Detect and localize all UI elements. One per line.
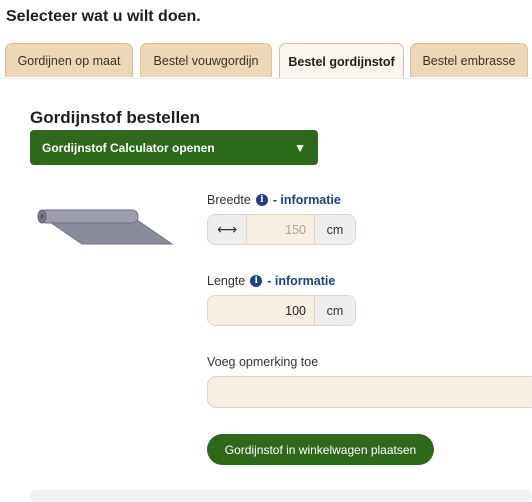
page-heading: Selecteer wat u wilt doen. — [6, 8, 201, 25]
horizontal-arrows-icon: ⟷ — [208, 215, 247, 244]
tab-bestel-embrasse[interactable]: Bestel embrasse — [410, 43, 528, 77]
remark-field[interactable] — [207, 376, 532, 408]
calculator-toggle-label: Gordijnstof Calculator openen — [42, 140, 215, 155]
tab-bestel-vouwgordijn[interactable]: Bestel vouwgordijn — [140, 43, 272, 77]
length-input-group: cm — [207, 295, 356, 326]
info-icon[interactable]: i — [250, 275, 263, 287]
tab-gordijnen-op-maat[interactable]: Gordijnen op maat — [5, 43, 133, 77]
width-input-group: ⟷ cm — [207, 214, 356, 245]
info-icon[interactable]: i — [255, 194, 268, 206]
section-title: Gordijnstof bestellen — [30, 108, 201, 127]
chevron-down-icon: ▼ — [294, 140, 306, 155]
bottom-panel-edge — [30, 490, 532, 502]
tab-bar: Gordijnen op maat Bestel vouwgordijn Bes… — [0, 43, 532, 79]
remark-label: Voeg opmerking toe — [207, 355, 319, 369]
remark-label-row: Voeg opmerking toe — [207, 355, 318, 369]
length-unit: cm — [314, 296, 355, 325]
width-label-row: Breedte i - informatie — [207, 193, 341, 207]
length-input[interactable] — [208, 296, 314, 325]
width-input[interactable] — [247, 215, 314, 244]
calculator-toggle-button[interactable]: Gordijnstof Calculator openen ▼ — [30, 130, 318, 165]
width-unit: cm — [314, 215, 355, 244]
length-label-row: Lengte i - informatie — [207, 274, 335, 288]
tab-divider — [0, 78, 532, 79]
width-info-link[interactable]: - informatie — [273, 193, 341, 207]
length-label: Lengte — [207, 274, 246, 288]
add-to-cart-button[interactable]: Gordijnstof in winkelwagen plaatsen — [207, 434, 434, 465]
length-info-link[interactable]: - informatie — [267, 274, 335, 288]
fabric-roll-icon — [37, 209, 174, 245]
width-label: Breedte — [207, 193, 251, 207]
tab-bestel-gordijnstof[interactable]: Bestel gordijnstof — [279, 43, 404, 79]
